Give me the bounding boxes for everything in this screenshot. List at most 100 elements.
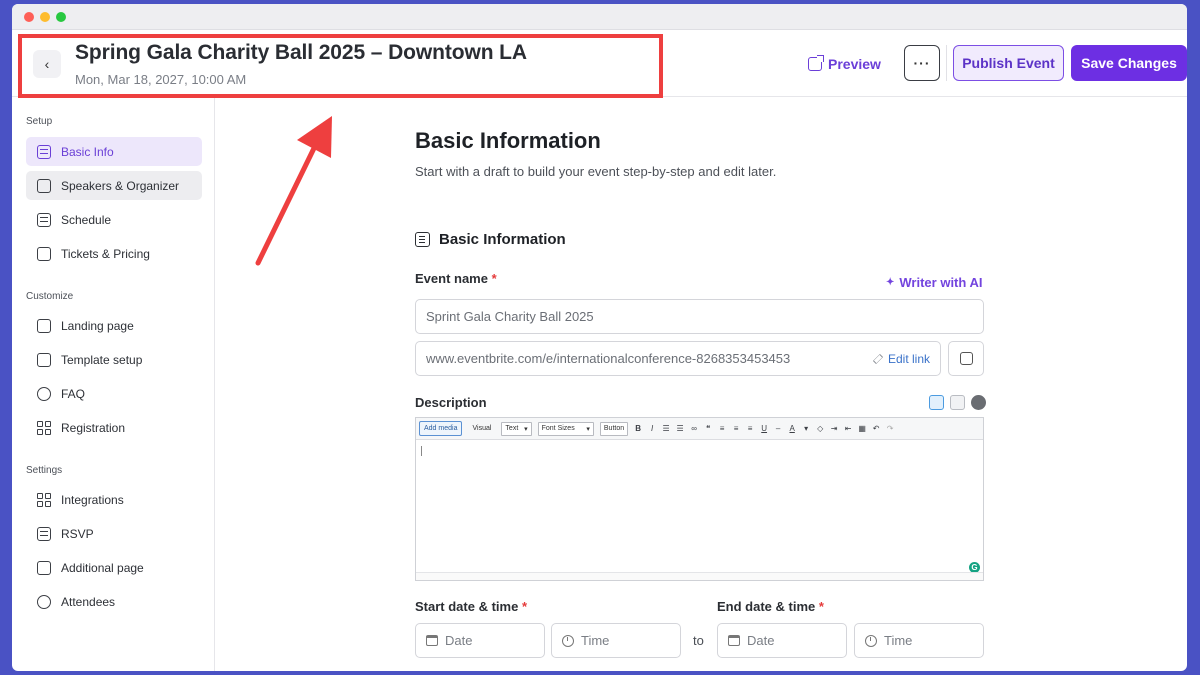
list-icon [37, 526, 51, 541]
italic-icon[interactable]: I [648, 424, 656, 433]
html-mode-icon[interactable] [950, 395, 965, 410]
maximize-window-button[interactable] [56, 12, 66, 22]
quote-icon[interactable]: ❝ [704, 424, 712, 433]
pencil-icon [872, 353, 884, 364]
landing-icon [37, 318, 51, 333]
save-changes-button[interactable]: Save Changes [1071, 45, 1187, 81]
highlight-annotation-box [18, 34, 663, 98]
outdent-icon[interactable]: ⇤ [844, 424, 852, 433]
text-format-select[interactable]: Text ▾ [501, 421, 532, 436]
text-color-icon[interactable]: A [788, 424, 796, 433]
visual-tab[interactable]: Visual [468, 421, 495, 436]
required-mark: * [491, 271, 497, 286]
calendar-icon [728, 635, 740, 646]
page-subtitle: Start with a draft to build your event s… [415, 164, 777, 179]
editor-toolbar: Add media Visual Text ▾ Font Sizes ▾ But… [416, 418, 983, 440]
start-datetime-label-text: Start date & time [415, 599, 519, 614]
editor-resize-bar[interactable] [416, 572, 983, 580]
publish-event-button[interactable]: Publish Event [953, 45, 1064, 81]
align-center-icon[interactable]: ≡ [732, 424, 740, 433]
align-left-icon[interactable]: ≡ [718, 424, 726, 433]
settings-mode-icon[interactable] [971, 395, 986, 410]
sidebar-item-label: FAQ [61, 386, 86, 401]
sidebar-item-label: Schedule [61, 212, 112, 227]
edit-link-button[interactable]: Edit link [872, 351, 930, 366]
page-icon [37, 560, 51, 575]
sparkle-icon: ✦ [886, 277, 895, 288]
visual-mode-icon[interactable] [929, 395, 944, 410]
button-insert[interactable]: Button [599, 421, 629, 436]
preview-label: Preview [828, 56, 881, 72]
sidebar-item-template-setup[interactable]: Template setup [26, 345, 202, 374]
redo-icon[interactable]: ↷ [886, 424, 894, 433]
eraser-icon[interactable]: ◇ [816, 424, 824, 433]
sidebar-item-faq[interactable]: FAQ [26, 379, 202, 408]
required-mark: * [818, 599, 824, 614]
event-name-label-text: Event name [415, 271, 488, 286]
undo-icon[interactable]: ↶ [872, 424, 880, 433]
end-datetime-label-text: End date & time [717, 599, 816, 614]
more-options-button[interactable]: ··· [904, 45, 940, 81]
clipboard-icon [37, 212, 51, 227]
link-icon[interactable]: ∞ [690, 424, 698, 433]
minimize-window-button[interactable] [40, 12, 50, 22]
sidebar-item-label: Attendees [61, 594, 116, 609]
description-editor[interactable]: Add media Visual Text ▾ Font Sizes ▾ But… [415, 417, 984, 581]
section-title: Basic Information [415, 231, 566, 248]
sidebar-item-label: RSVP [61, 526, 94, 541]
indent-icon[interactable]: ⇥ [830, 424, 838, 433]
end-time-placeholder: Time [884, 633, 913, 648]
chevron-down-icon[interactable]: ▾ [802, 424, 810, 433]
start-datetime-label: Start date & time * [415, 599, 527, 614]
sidebar-item-integrations[interactable]: Integrations [26, 485, 202, 514]
sidebar-item-registration[interactable]: Registration [26, 413, 202, 442]
sidebar-item-label: Template setup [61, 352, 143, 367]
sidebar-item-tickets-pricing[interactable]: Tickets & Pricing [26, 239, 202, 268]
faq-icon [37, 386, 51, 401]
font-sizes-select[interactable]: Font Sizes ▾ [537, 421, 594, 436]
sidebar-section-settings: Settings [26, 465, 63, 476]
user-icon [37, 594, 51, 609]
description-label: Description [415, 395, 487, 410]
required-mark: * [521, 599, 527, 614]
event-url-input[interactable]: www.eventbrite.com/e/internationalconfer… [415, 341, 941, 376]
sidebar-item-basic-info[interactable]: Basic Info [26, 137, 202, 166]
writer-with-ai-button[interactable]: ✦ Writer with AI [886, 275, 982, 290]
sidebar-item-label: Landing page [61, 318, 134, 333]
external-link-icon [808, 55, 824, 71]
sidebar: Setup Basic Info Speakers & Organizer Sc… [12, 98, 215, 671]
sidebar-item-schedule[interactable]: Schedule [26, 205, 202, 234]
add-media-button[interactable]: Add media [419, 421, 463, 436]
sidebar-item-rsvp[interactable]: RSVP [26, 519, 202, 548]
start-date-input[interactable]: Date [415, 623, 545, 658]
close-window-button[interactable] [24, 12, 34, 22]
end-time-input[interactable]: Time [854, 623, 984, 658]
copy-link-button[interactable] [948, 341, 984, 376]
align-right-icon[interactable]: ≡ [746, 424, 754, 433]
bullet-list-icon[interactable]: ☰ [662, 424, 670, 433]
speaker-icon [37, 178, 51, 193]
preview-button[interactable]: Preview [808, 52, 881, 76]
bold-icon[interactable]: B [634, 424, 642, 433]
writer-with-ai-label: Writer with AI [899, 275, 983, 290]
sidebar-item-additional-page[interactable]: Additional page [26, 553, 202, 582]
table-icon[interactable]: ▦ [858, 424, 866, 433]
event-name-input[interactable]: Sprint Gala Charity Ball 2025 [415, 299, 984, 334]
end-date-input[interactable]: Date [717, 623, 847, 658]
sidebar-item-label: Speakers & Organizer [61, 178, 180, 193]
strikethrough-icon[interactable]: – [774, 424, 782, 433]
header-divider [946, 45, 947, 81]
grid-icon [37, 492, 51, 507]
edit-link-label: Edit link [887, 351, 930, 366]
section-title-label: Basic Information [439, 231, 566, 248]
sidebar-item-landing-page[interactable]: Landing page [26, 311, 202, 340]
list-icon [415, 232, 430, 247]
sidebar-item-speakers-organizer[interactable]: Speakers & Organizer [26, 171, 202, 200]
event-name-value: Sprint Gala Charity Ball 2025 [426, 309, 594, 324]
start-time-input[interactable]: Time [551, 623, 681, 658]
sidebar-item-label: Basic Info [61, 144, 114, 159]
sidebar-item-attendees[interactable]: Attendees [26, 587, 202, 616]
clock-icon [562, 634, 574, 647]
underline-icon[interactable]: U [760, 424, 768, 433]
numbered-list-icon[interactable]: ☰ [676, 424, 684, 433]
